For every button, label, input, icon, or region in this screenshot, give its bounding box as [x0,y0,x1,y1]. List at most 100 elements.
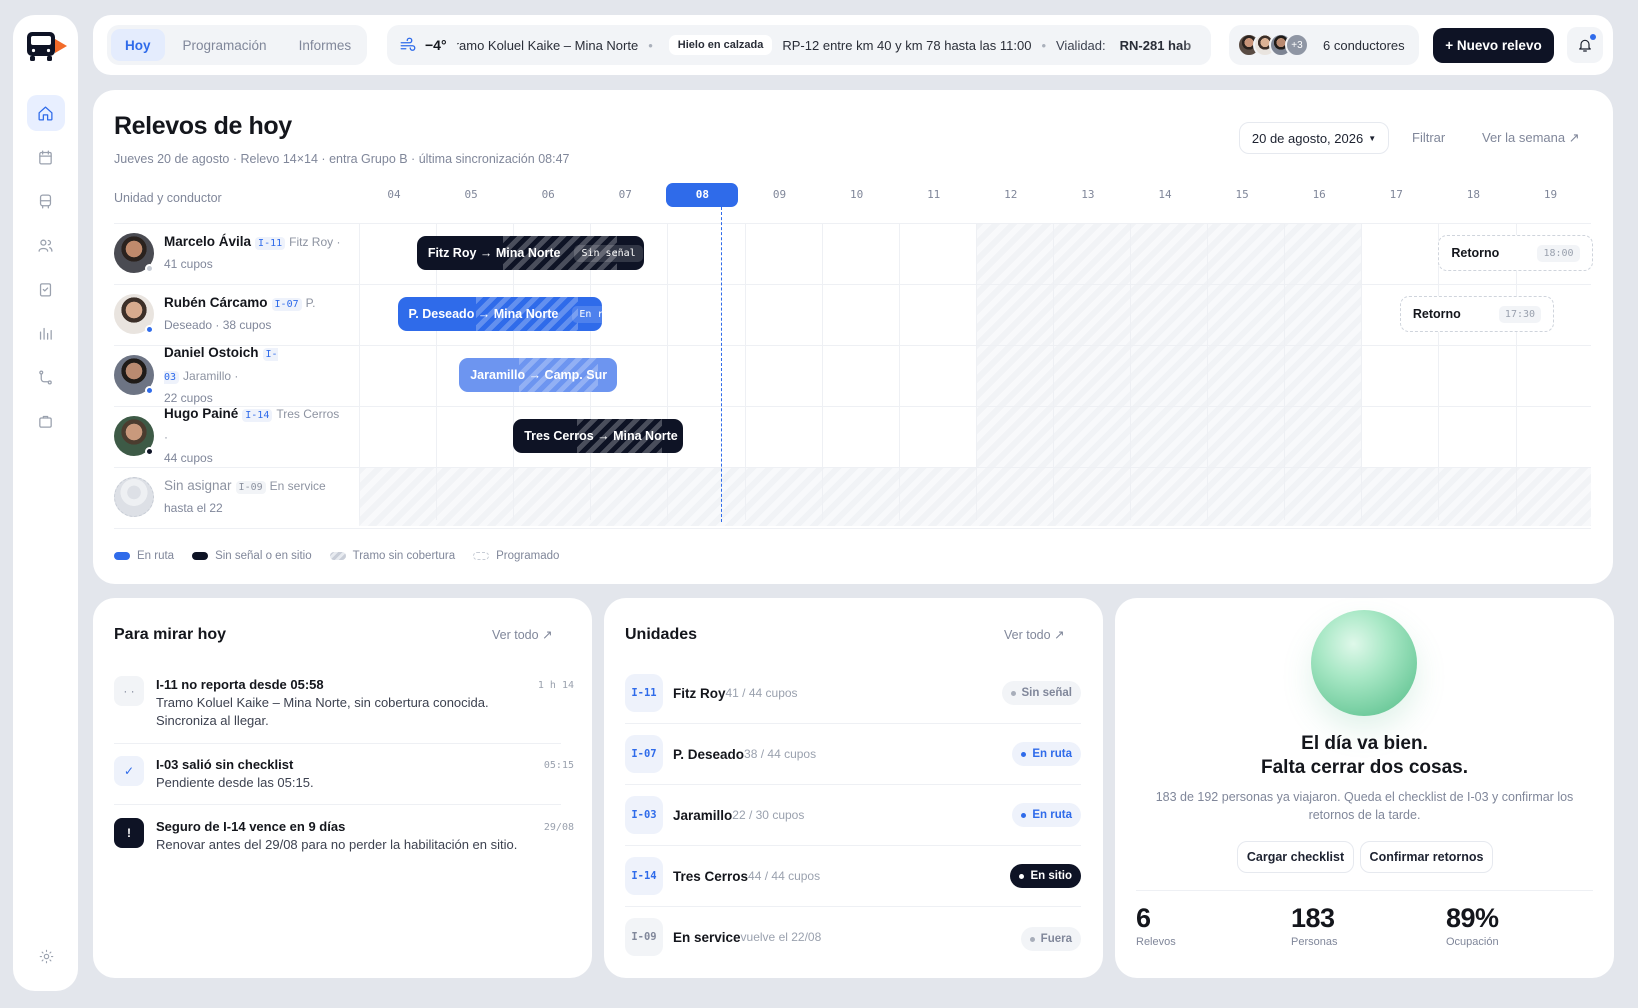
briefcase-icon [39,415,52,428]
drivers-on-shift[interactable]: +3 6 conductores [1229,25,1419,65]
legend-item-no-signal: Sin señal o en sitio [192,550,312,562]
tab-today[interactable]: Hoy [111,29,165,61]
new-shift-button[interactable]: + Nuevo relevo [1433,28,1554,63]
divider [114,743,561,744]
notifications-button[interactable] [1567,27,1603,63]
hour-label-06: 06 [541,188,555,201]
sidebar-item-home[interactable] [26,95,65,131]
unit-row[interactable]: I-11 Fitz Roy 41 / 44 cupos Sin señal [625,673,1081,713]
units-view-all-link[interactable]: Ver todo ↗ [1004,627,1065,642]
unit-code: I-07 [625,735,663,773]
unit-row[interactable]: I-14 Tres Cerros 44 / 44 cupos En sitio [625,856,1081,896]
sidebar-item-routes[interactable] [27,359,65,395]
unit-code: I-14 [242,409,273,422]
grid-line [744,223,746,520]
confirm-returns-button[interactable]: Confirmar retornos [1360,841,1493,873]
trip-label: Jaramillo → Camp. Sur [470,368,608,382]
hour-label-08: 08 [666,183,739,207]
avatar [114,294,154,334]
hour-label-11: 11 [927,188,941,201]
sidebar-item-reports[interactable] [27,315,65,351]
legend-item-scheduled: Programado [473,550,559,562]
watch-card: Para mirar hoy Ver todo ↗ · · I-11 no re… [93,598,592,978]
unit-code: I-11 [625,674,663,712]
driver-line: Hugo Painé I-14 Tres Cerros · [164,403,344,448]
sidebar-item-people[interactable] [27,227,65,263]
watch-item[interactable]: ✓ I-03 salió sin checklist Pendiente des… [114,756,574,792]
driver-name: Marcelo Ávila [164,234,252,249]
row-divider [114,528,1591,529]
hour-label-15: 15 [1235,188,1249,201]
unit-name: Tres Cerros [673,868,749,884]
divider [625,845,1081,846]
trip-bar[interactable]: P. Deseado → Mina Norte En ruta [397,297,602,331]
driver-capacity: hasta el 22 [164,501,223,515]
unit-name: Fitz Roy [673,685,726,701]
driver-row-info[interactable]: Marcelo Ávila I-11 Fitz Roy · 41 cupos [114,223,350,283]
tab-schedule[interactable]: Programación [169,29,281,61]
current-time-line [721,207,723,522]
unit-row[interactable]: I-03 Jaramillo 22 / 30 cupos En ruta [625,795,1081,835]
unit-name: Jaramillo [673,807,733,823]
kpi-shifts: 6 Relevos [1136,903,1176,948]
sidebar-item-fleet[interactable] [27,183,65,219]
drivers-count: 6 conductores [1323,37,1405,53]
sidebar-item-briefcase[interactable] [27,403,65,439]
route-icon [39,369,52,385]
conditions-bar: −4° l tramo Koluel Kaike – Mina Norte • … [387,25,1211,65]
theme-toggle[interactable] [31,941,61,971]
load-checklist-button[interactable]: Cargar checklist [1237,841,1354,873]
return-slot[interactable]: Retorno 17:30 [1399,296,1555,332]
driver-row-info[interactable]: Rubén Cárcamo I-07 P. Deseado · 38 cupos [114,284,350,344]
watch-view-all-link[interactable]: Ver todo ↗ [492,627,553,642]
grid-line [667,223,669,520]
grid-line [1361,223,1363,520]
status-dot [1019,873,1025,879]
driver-name: Sin asignar [164,478,232,493]
driver-line: Marcelo Ávila I-11 Fitz Roy · [164,231,344,254]
driver-row-info[interactable]: Hugo Painé I-14 Tres Cerros · 44 cupos [114,406,350,466]
unit-code: I-14 [625,857,663,895]
app-logo [25,29,67,63]
driver-text: Marcelo Ávila I-11 Fitz Roy · 41 cupos [164,231,344,275]
driver-row-info[interactable]: Sin asignar I-09 En service hasta el 22 [114,467,350,527]
hour-label-12: 12 [1004,188,1018,201]
kpi-people: 183 Personas [1291,903,1337,948]
trip-status-tag: Sin señal [574,244,643,262]
driver-line: Rubén Cárcamo I-07 P. [164,292,344,315]
status-dot [145,386,154,395]
kpi-value: 89% [1446,903,1499,933]
unit-row[interactable]: I-09 En service vuelve el 22/08 Fuera [625,917,1081,957]
watch-title: Para mirar hoy [114,626,227,643]
status-badge: En sitio [1010,864,1081,888]
road-status-label: Vialidad: [1056,37,1106,53]
unit-capacity: 41 / 44 cupos [725,686,798,700]
trip-bar[interactable]: Jaramillo → Camp. SurE [459,358,618,392]
driver-row-info[interactable]: Daniel Ostoich I-03 Jaramillo · 22 cupos [114,345,350,405]
kpi-label: Relevos [1136,936,1176,948]
hour-label-09: 09 [772,188,787,201]
hour-label-04: 04 [387,188,401,201]
legend-swatch [114,552,130,560]
watch-item-desc: Pendiente desde las 05:15. [156,775,314,790]
hour-label-19: 19 [1543,188,1558,201]
timeline-legend: En ruta Sin señal o en sitio Tramo sin c… [114,550,577,562]
unit-row[interactable]: I-07 P. Deseado 38 / 44 cupos En ruta [625,734,1081,774]
divider [1136,890,1593,891]
people-icon [38,239,53,252]
watch-item-desc: Renovar antes del 29/08 para no perder l… [156,837,518,852]
watch-item[interactable]: ! Seguro de I-14 vence en 9 días Renovar… [114,818,574,854]
watch-item[interactable]: · · I-11 no reporta desde 05:58 Tramo Ko… [114,676,574,730]
unit-code: I-09 [625,918,663,956]
sidebar-item-checklist[interactable] [27,271,65,307]
legend-label: En ruta [137,550,175,562]
ticker-fade [1181,25,1211,65]
trip-bar[interactable]: Tres Cerros → Mina Norte [513,419,683,453]
return-slot[interactable]: Retorno 18:00 [1438,235,1593,271]
sidebar-item-calendar[interactable] [27,139,65,175]
trip-bar[interactable]: Fitz Roy → Mina Norte Sin señal [416,236,645,270]
driver-text: Rubén Cárcamo I-07 P. Deseado · 38 cupos [164,292,344,336]
tab-reports[interactable]: Informes [285,29,366,61]
trip-status-tag: En ruta [572,305,602,323]
status-badge-label: Fuera [1040,933,1072,945]
